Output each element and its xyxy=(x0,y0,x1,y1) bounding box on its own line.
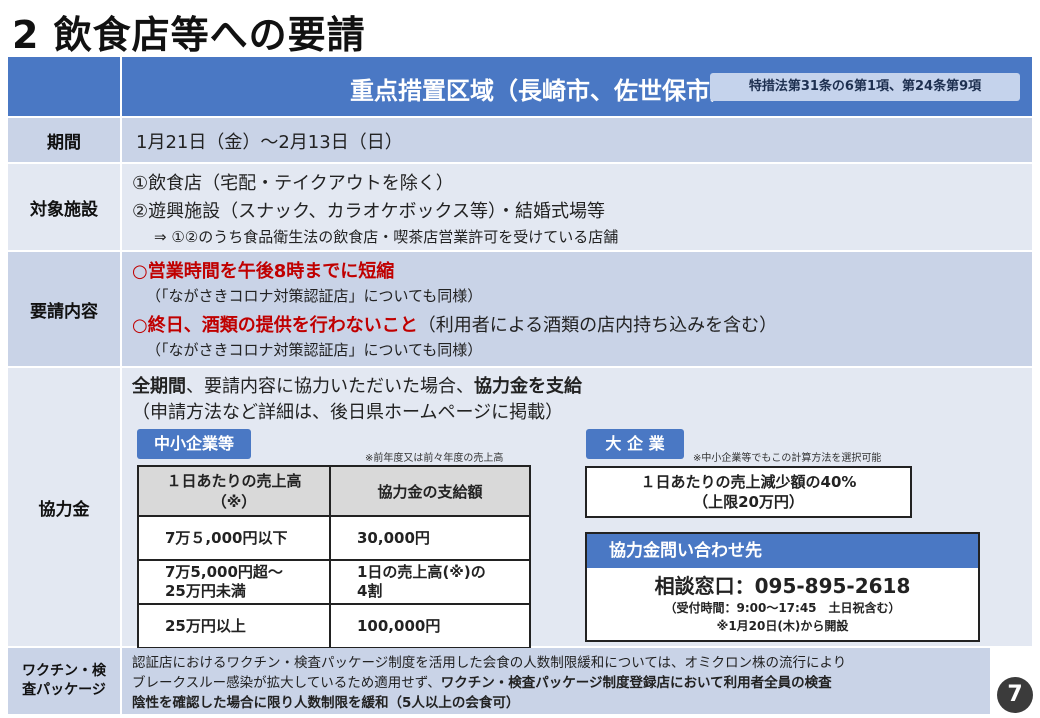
vaccine-line-2-bold: ワクチン・検査パッケージ制度登録店において利用者全員の検査 xyxy=(440,675,832,691)
vaccine-line-2: ブレークスルー感染が拡大しているため適用せず、ワクチン・検査パッケージ制度登録店… xyxy=(132,671,832,691)
support-label: 協力金 xyxy=(8,368,120,646)
vaccine-label-line2: 査パッケージ xyxy=(22,682,106,698)
facilities-label: 対象施設 xyxy=(8,164,120,250)
vaccine-label-line1: ワクチン・検 xyxy=(22,663,106,680)
support-intro-text: 、要請内容に協力いただいた場合、 xyxy=(186,376,474,397)
sme-row-2-sales-line1: 7万5,000円超～ xyxy=(165,563,283,582)
request-item-1: ○営業時間を午後8時までに短縮 xyxy=(132,261,395,282)
sme-row-2-amount: 1日の売上高(※)の 4割 xyxy=(329,559,531,605)
sme-row-1-sales: 7万５,000円以下 xyxy=(137,515,331,561)
table-row: 7万５,000円以下 30,000円 xyxy=(137,515,531,561)
large-company-cap: （上限20万円） xyxy=(693,492,804,511)
facility-line-2: ②遊興施設（スナック、カラオケボックス等）・結婚式場等 xyxy=(132,201,605,222)
inquiry-phone: 相談窓口：095-895-2618 xyxy=(654,574,911,598)
sme-badge: 中小企業等 xyxy=(137,429,251,459)
sme-row-1-amount: 30,000円 xyxy=(329,515,531,561)
support-intro-payment: 協力金を支給 xyxy=(474,376,582,397)
sme-row-2-sales: 7万5,000円超～ 25万円未満 xyxy=(137,559,331,605)
request-item-1-note: （「ながさきコロナ対策認証店」についても同様） xyxy=(146,287,483,305)
support-intro-period: 全期間 xyxy=(132,376,186,397)
header-bar: 重点措置区域（長崎市、佐世保市） 特措法第31条の6第1項、第24条第9項 xyxy=(122,57,1032,116)
sme-row-2-amount-line2: 4割 xyxy=(357,582,383,600)
facilities-cell: ①飲食店（宅配・テイクアウトを除く） ②遊興施設（スナック、カラオケボックス等）… xyxy=(122,164,1032,250)
page-number-badge: 7 xyxy=(997,677,1033,713)
sme-row-3-amount: 100,000円 xyxy=(329,603,531,649)
sme-row-2-sales-line2: 25万円未満 xyxy=(165,582,246,600)
sme-col-sales-text: １日あたりの売上高 xyxy=(166,472,302,490)
vaccine-cell: 認証店におけるワクチン・検査パッケージ制度を活用した会食の人数制限緩和については… xyxy=(122,648,990,714)
request-item-2-note: （「ながさきコロナ対策認証店」についても同様） xyxy=(146,341,483,359)
request-label: 要請内容 xyxy=(8,252,120,366)
support-intro-line2: （申請方法など詳細は、後日県ホームページに掲載） xyxy=(132,402,564,423)
support-intro: 全期間、要請内容に協力いただいた場合、協力金を支給 xyxy=(132,372,582,398)
table-row: 25万円以上 100,000円 xyxy=(137,603,531,649)
facility-line-3: ⇒ ①②のうち食品衛生法の飲食店・喫茶店営業許可を受けている店舗 xyxy=(154,228,619,246)
facility-line-1: ①飲食店（宅配・テイクアウトを除く） xyxy=(132,173,454,194)
page-title: 2 飲食店等への要請 xyxy=(12,13,366,57)
sme-table-header: １日あたりの売上高 （※） 協力金の支給額 xyxy=(137,465,531,517)
vaccine-line-1: 認証店におけるワクチン・検査パッケージ制度を活用した会食の人数制限緩和については… xyxy=(132,655,847,671)
sme-col-sales: １日あたりの売上高 （※） xyxy=(137,465,331,517)
large-company-box: １日あたりの売上減少額の40% （上限20万円） xyxy=(585,466,912,518)
sme-table: １日あたりの売上高 （※） 協力金の支給額 7万５,000円以下 30,000円… xyxy=(137,465,531,649)
vaccine-line-2-normal: ブレークスルー感染が拡大しているため適用せず、 xyxy=(132,675,441,691)
inquiry-open-date: ※1月20日(木)から開設 xyxy=(716,619,849,633)
request-item-2-main: ○終日、酒類の提供を行わないこと xyxy=(132,315,418,336)
sme-col-amount: 協力金の支給額 xyxy=(329,465,531,517)
period-value: 1月21日（金）～2月13日（日） xyxy=(136,132,403,153)
vaccine-label: ワクチン・検 査パッケージ xyxy=(8,648,120,714)
header-corner xyxy=(8,57,120,116)
large-company-badge: 大 企 業 xyxy=(586,429,684,459)
sme-col-sales-sub: （※） xyxy=(211,493,257,511)
vaccine-line-3: 陰性を確認した場合に限り人数制限を緩和（5人以上の会食可） xyxy=(132,695,520,711)
period-label: 期間 xyxy=(8,118,120,162)
large-company-rate: １日あたりの売上減少額の40% xyxy=(640,473,857,491)
inquiry-title: 協力金問い合わせ先 xyxy=(587,534,978,568)
request-cell: ○営業時間を午後8時までに短縮 （「ながさきコロナ対策認証店」についても同様） … xyxy=(122,252,1032,366)
law-reference-badge: 特措法第31条の6第1項、第24条第9項 xyxy=(710,73,1020,101)
request-item-2: ○終日、酒類の提供を行わないこと（利用者による酒類の店内持ち込みを含む） xyxy=(132,311,777,337)
request-item-2-rest: （利用者による酒類の店内持ち込みを含む） xyxy=(417,315,778,336)
inquiry-hours: （受付時間：9:00～17:45 土日祝含む） xyxy=(664,601,901,615)
sme-row-3-sales: 25万円以上 xyxy=(137,603,331,649)
large-company-note: ※中小企業等でもこの計算方法を選択可能 xyxy=(693,453,882,464)
period-cell: 1月21日（金）～2月13日（日） xyxy=(122,118,1032,162)
table-row: 7万5,000円超～ 25万円未満 1日の売上高(※)の 4割 xyxy=(137,559,531,605)
sme-note: ※前年度又は前々年度の売上高 xyxy=(365,453,504,464)
sme-row-2-amount-line1: 1日の売上高(※)の xyxy=(357,563,486,582)
inquiry-box: 協力金問い合わせ先 相談窓口：095-895-2618 （受付時間：9:00～1… xyxy=(585,532,980,642)
